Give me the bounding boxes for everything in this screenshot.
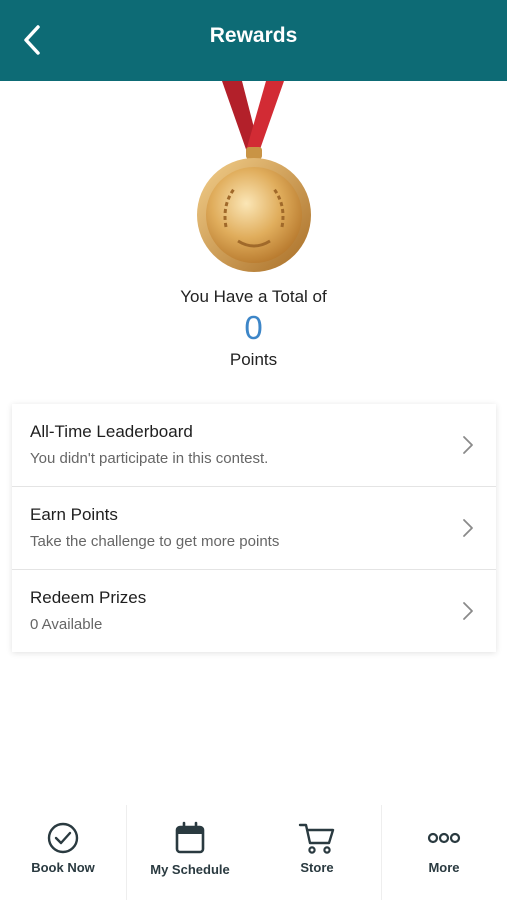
row-title: Redeem Prizes	[30, 588, 147, 607]
bottom-nav: Book Now My Schedule Store More	[0, 805, 507, 900]
chevron-right-icon	[463, 602, 473, 620]
app-header: Rewards	[0, 0, 507, 81]
earn-points-row[interactable]: Earn Points Take the challenge to get mo…	[12, 487, 496, 570]
row-subtitle: 0 Available	[30, 616, 103, 633]
points-value: 0	[244, 309, 263, 346]
nav-more[interactable]: More	[381, 805, 507, 900]
nav-label: More	[428, 860, 460, 875]
page-title: Rewards	[209, 24, 298, 47]
points-total-label: You Have a Total of	[180, 287, 327, 306]
row-subtitle: You didn't participate in this contest.	[30, 450, 269, 467]
redeem-prizes-row[interactable]: Redeem Prizes 0 Available	[12, 570, 496, 652]
gold-medal-icon	[197, 81, 311, 272]
row-subtitle: Take the challenge to get more points	[30, 533, 280, 550]
nav-store[interactable]: Store	[254, 805, 380, 900]
chevron-right-icon	[463, 436, 473, 454]
calendar-icon	[175, 821, 205, 854]
row-title: All-Time Leaderboard	[30, 422, 193, 441]
cart-icon	[298, 823, 335, 854]
row-title: Earn Points	[30, 505, 118, 524]
nav-label: My Schedule	[150, 862, 230, 877]
more-dots-icon	[427, 832, 461, 844]
nav-label: Book Now	[31, 860, 95, 875]
nav-book-now[interactable]: Book Now	[0, 805, 126, 900]
leaderboard-row[interactable]: All-Time Leaderboard You didn't particip…	[12, 404, 496, 487]
check-circle-icon	[47, 822, 79, 854]
points-unit-label: Points	[229, 350, 278, 369]
chevron-right-icon	[463, 519, 473, 537]
rewards-menu-card: All-Time Leaderboard You didn't particip…	[12, 404, 496, 652]
nav-my-schedule[interactable]: My Schedule	[127, 805, 253, 900]
nav-label: Store	[300, 860, 334, 875]
